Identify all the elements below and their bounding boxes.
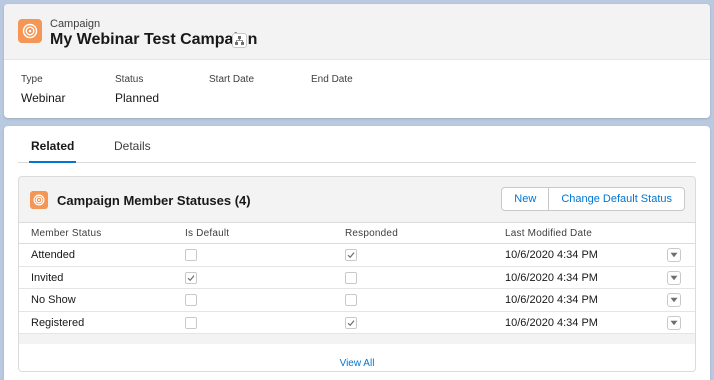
page-title: My Webinar Test Campaign [50, 31, 258, 48]
responded-checkbox [345, 249, 357, 261]
row-actions-chevron-down-icon[interactable] [667, 248, 681, 262]
hierarchy-icon[interactable] [232, 33, 247, 48]
field-value: Planned [115, 91, 160, 105]
related-list-campaign-member-statuses: Campaign Member Statuses (4) New Change … [18, 176, 696, 372]
cell-last-modified: 10/6/2020 4:34 PM [505, 271, 598, 284]
responded-checkbox [345, 294, 357, 306]
cell-member-status: Attended [31, 249, 76, 261]
field-end-date: End Date [311, 74, 353, 91]
cell-member-status: No Show [31, 294, 76, 306]
field-label: Type [21, 74, 43, 85]
table-row: Registered 10/6/2020 4:34 PM [19, 312, 695, 334]
table-header: Member Status Is Default Responded Last … [19, 222, 695, 244]
cell-last-modified: 10/6/2020 4:34 PM [505, 249, 598, 261]
tab-details[interactable]: Details [114, 139, 151, 163]
check-icon [347, 252, 355, 259]
column-header-last-modified[interactable]: Last Modified Date [505, 228, 592, 239]
field-label: Start Date [209, 74, 255, 85]
cell-last-modified: 10/6/2020 4:34 PM [505, 294, 598, 306]
column-header-is-default[interactable]: Is Default [185, 228, 229, 239]
cell-member-status: Invited [31, 271, 64, 284]
is-default-checkbox [185, 294, 197, 306]
is-default-checkbox [185, 271, 197, 284]
field-label: Status [115, 74, 144, 85]
row-actions-chevron-down-icon[interactable] [667, 293, 681, 307]
table-row: Invited 10/6/2020 4:34 PM [19, 267, 695, 289]
row-actions-chevron-down-icon[interactable] [667, 315, 681, 330]
related-list-footer: View All [19, 344, 695, 371]
is-default-checkbox [185, 249, 197, 261]
tabs-card: Related Details Campaign Member Statuses… [4, 126, 710, 380]
field-type: Type Webinar [21, 74, 65, 105]
tab-bar: Related Details [18, 126, 696, 163]
check-icon [347, 319, 355, 326]
related-list-header: Campaign Member Statuses (4) New Change … [19, 177, 695, 222]
column-header-responded[interactable]: Responded [345, 228, 398, 239]
tab-related[interactable]: Related [29, 139, 77, 163]
responded-checkbox [345, 316, 357, 329]
check-icon [187, 274, 195, 281]
field-label: End Date [311, 74, 353, 85]
change-default-status-button[interactable]: Change Default Status [548, 188, 684, 210]
field-status: Status Planned [115, 74, 159, 105]
button-group: New Change Default Status [501, 187, 685, 211]
column-header-member-status[interactable]: Member Status [31, 228, 101, 239]
is-default-checkbox [185, 316, 197, 329]
cell-member-status: Registered [31, 316, 85, 329]
row-actions-chevron-down-icon[interactable] [667, 270, 681, 285]
record-header-top: Campaign My Webinar Test Campaign [4, 4, 710, 60]
campaign-icon [30, 191, 48, 209]
responded-checkbox [345, 271, 357, 284]
field-start-date: Start Date [209, 74, 254, 91]
campaign-icon [18, 19, 42, 43]
new-button[interactable]: New [502, 188, 548, 210]
related-list-title: Campaign Member Statuses (4) [57, 193, 251, 208]
cell-last-modified: 10/6/2020 4:34 PM [505, 316, 598, 329]
view-all-link[interactable]: View All [340, 358, 375, 369]
table-row: No Show 10/6/2020 4:34 PM [19, 289, 695, 312]
record-header: Campaign My Webinar Test Campaign Type W… [4, 4, 710, 118]
table-row: Attended 10/6/2020 4:34 PM [19, 244, 695, 267]
object-label: Campaign [50, 18, 101, 30]
member-status-table: Member Status Is Default Responded Last … [19, 222, 695, 334]
field-value: Webinar [21, 91, 66, 105]
